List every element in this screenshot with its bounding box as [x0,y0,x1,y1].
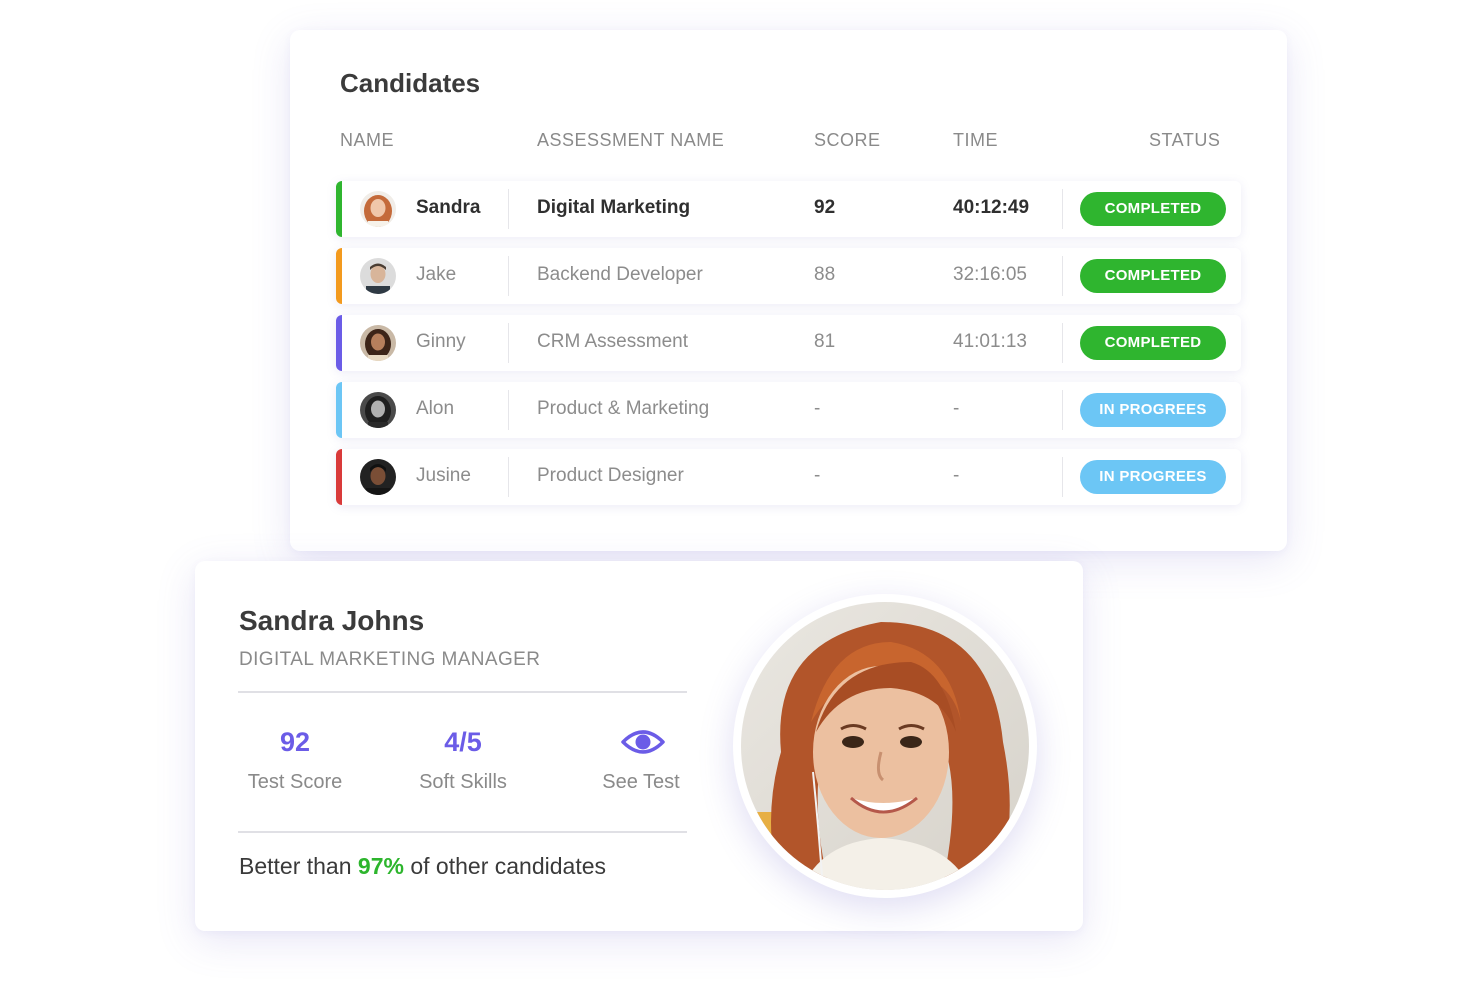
see-test-link[interactable]: See Test [571,771,711,794]
avatar-alon [360,392,396,428]
candidate-name: Ginny [416,331,466,352]
test-score-label: Test Score [247,771,343,793]
cell-divider [508,390,509,430]
score-value: - [814,465,821,486]
cell-divider [508,323,509,363]
assessment-name: Digital Marketing [537,197,691,218]
comparison-text: Better than 97% of other candidates [239,853,606,880]
soft-skills-label: Soft Skills [419,771,507,793]
score-value: - [814,398,821,419]
assessment-name: CRM Assessment [537,331,688,352]
row-accent [336,382,342,438]
time-value: - [953,398,960,419]
time-value: 40:12:49 [953,197,1030,218]
status-badge: COMPLETED [1080,326,1226,360]
avatar-jake [360,258,396,294]
comparison-prefix: Better than [239,853,352,879]
status-badge: COMPLETED [1080,259,1226,293]
status-badge: COMPLETED [1080,192,1226,226]
avatar-sandra [360,191,396,227]
cell-divider [508,256,509,296]
candidate-name: Sandra [416,197,481,218]
comparison-suffix: of other candidates [410,853,606,879]
cell-divider [1062,189,1063,229]
column-header-name[interactable]: NAME [340,130,394,151]
assessment-name: Product Designer [537,465,684,486]
cell-divider [1062,457,1063,497]
cell-divider [1062,390,1063,430]
profile-photo-frame [733,594,1037,898]
candidate-name: Alon [416,398,455,419]
time-value: 32:16:05 [953,264,1027,285]
status-badge: IN PROGREES [1080,460,1226,494]
avatar-ginny [360,325,396,361]
cell-divider [1062,323,1063,363]
row-accent [336,181,342,237]
score-value: 88 [814,264,836,285]
assessment-name: Product & Marketing [537,398,710,419]
row-accent [336,315,342,371]
column-header-status[interactable]: STATUS [1149,130,1220,151]
column-header-time[interactable]: TIME [953,130,998,151]
candidate-name: Jusine [416,465,471,486]
table-row-ginny[interactable]: Ginny CRM Assessment 81 41:01:13 COMPLET… [336,315,1241,371]
column-header-assessment[interactable]: ASSESSMENT NAME [537,130,724,151]
row-accent [336,449,342,505]
divider [238,831,687,833]
candidate-name: Jake [416,264,457,285]
row-accent [336,248,342,304]
avatar-jusine [360,459,396,495]
cell-divider [508,189,509,229]
eye-icon[interactable] [621,725,665,759]
table-row-alon[interactable]: Alon Product & Marketing - - IN PROGREES [336,382,1241,438]
comparison-percent: 97% [357,853,404,879]
profile-name: Sandra Johns [239,605,425,636]
test-score-value: 92 [279,727,311,757]
score-value: 81 [814,331,836,352]
assessment-name: Backend Developer [537,264,703,285]
table-row-jusine[interactable]: Jusine Product Designer - - IN PROGREES [336,449,1241,505]
candidates-title: Candidates [340,68,481,98]
time-value: 41:01:13 [953,331,1027,352]
time-value: - [953,465,960,486]
status-badge: IN PROGREES [1080,393,1226,427]
profile-role: DIGITAL MARKETING MANAGER [239,649,541,670]
cell-divider [1062,256,1063,296]
column-header-score[interactable]: SCORE [814,130,881,151]
profile-photo [741,602,1029,890]
candidates-card: Candidates NAME ASSESSMENT NAME SCORE TI… [290,30,1287,551]
table-row-jake[interactable]: Jake Backend Developer 88 32:16:05 COMPL… [336,248,1241,304]
cell-divider [508,457,509,497]
table-row-sandra[interactable]: Sandra Digital Marketing 92 40:12:49 COM… [336,181,1241,237]
divider [238,691,687,693]
score-value: 92 [814,197,836,218]
soft-skills-value: 4/5 [444,727,482,757]
